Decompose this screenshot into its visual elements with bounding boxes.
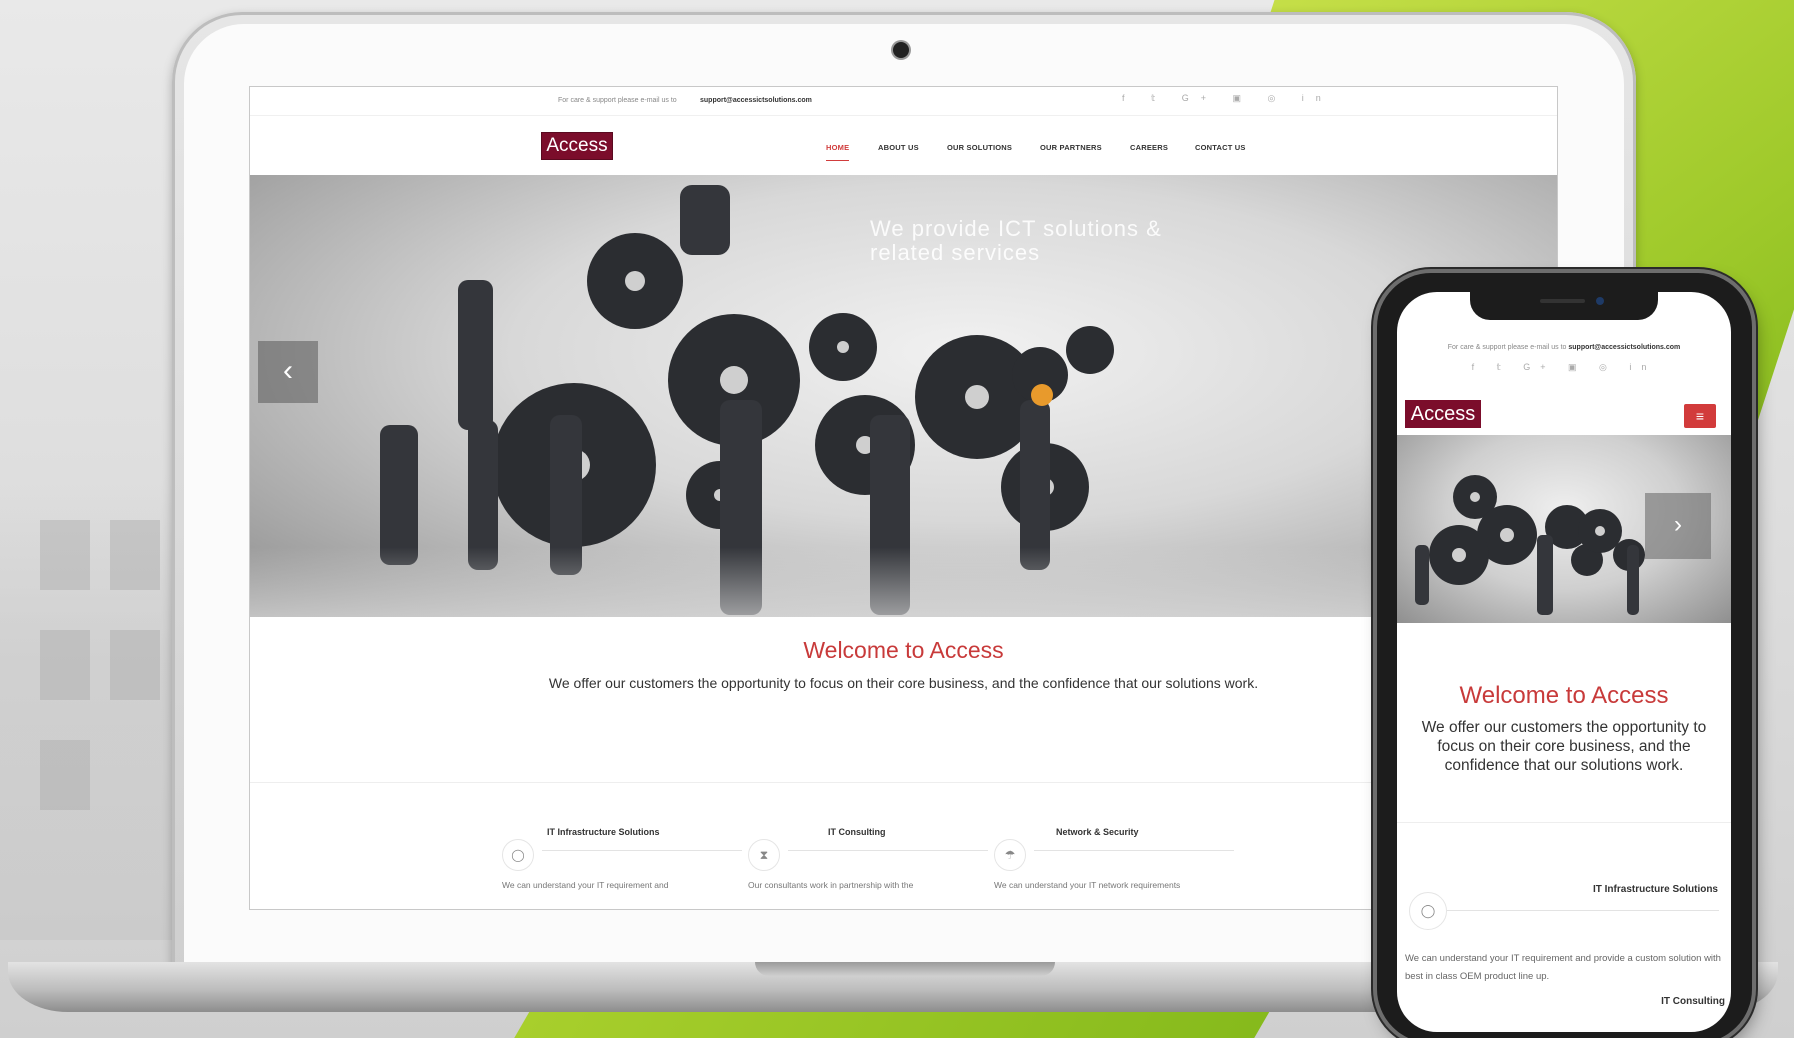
hero-slider: We provide ICT solutions & related servi… <box>250 175 1557 617</box>
hero-headline: We provide ICT solutions & related servi… <box>870 216 1162 265</box>
nav-contact-us[interactable]: CONTACT US <box>1195 143 1246 152</box>
hamburger-menu-icon[interactable]: ≡ <box>1684 404 1716 428</box>
laptop-screen: For care & support please e-mail us to s… <box>249 86 1558 910</box>
mobile-service-desc: We can understand your IT requirement an… <box>1405 953 1721 982</box>
site-navbar: Access HOME ABOUT US OUR SOLUTIONS OUR P… <box>250 115 1557 176</box>
umbrella-icon: ☂ <box>994 839 1026 871</box>
site-top-bar: For care & support please e-mail us to s… <box>250 87 1557 115</box>
hero-prev-arrow[interactable]: ‹ <box>258 341 318 403</box>
service-desc: We can understand your IT network requir… <box>994 880 1181 890</box>
phone-screen: For care & support please e-mail us to s… <box>1397 292 1731 1032</box>
site-logo[interactable]: Access <box>541 132 613 160</box>
nav-our-solutions[interactable]: OUR SOLUTIONS <box>947 143 1012 152</box>
social-icons[interactable]: f 𝕥 G+ ▣ ◎ in <box>1122 93 1333 104</box>
mockup-stage: For care & support please e-mail us to s… <box>0 0 1794 1038</box>
nav-about-us[interactable]: ABOUT US <box>878 143 919 152</box>
service-title: IT Consulting <box>828 827 886 837</box>
laptop-camera <box>893 42 909 58</box>
hero-floor <box>250 547 1557 617</box>
welcome-title: Welcome to Access <box>803 637 1004 663</box>
welcome-section: Welcome to Access We offer our customers… <box>250 637 1557 692</box>
mobile-welcome-text: We offer our customers the opportunity t… <box>1421 719 1707 774</box>
service-divider <box>542 850 742 851</box>
mobile-welcome-section: Welcome to Access We offer our customers… <box>1397 682 1731 775</box>
hourglass-icon: ⧗ <box>748 839 780 871</box>
support-email-link[interactable]: support@accessictsolutions.com <box>1568 344 1680 351</box>
nav-our-partners[interactable]: OUR PARTNERS <box>1040 143 1102 152</box>
mobile-welcome-title: Welcome to Access <box>1459 682 1669 709</box>
mobile-section-divider <box>1397 822 1731 823</box>
mobile-hero-next-arrow[interactable]: › <box>1645 493 1711 559</box>
support-message: For care & support please e-mail us to <box>1447 344 1567 351</box>
mobile-logo[interactable]: Access <box>1405 400 1481 428</box>
support-email-link[interactable]: support@accessictsolutions.com <box>700 97 812 104</box>
mobile-service-title-2[interactable]: IT Consulting <box>1661 996 1725 1007</box>
mobile-service-divider <box>1447 910 1719 911</box>
mouse-icon: ◯ <box>502 839 534 871</box>
social-icons[interactable]: f 𝕥 G+ ▣ ◎ in <box>1397 362 1731 373</box>
service-title: IT Infrastructure Solutions <box>547 827 660 837</box>
service-desc: Our consultants work in partnership with… <box>748 880 914 890</box>
mobile-service-title[interactable]: IT Infrastructure Solutions <box>1593 884 1718 895</box>
mouse-icon: ◯ <box>1409 892 1447 930</box>
section-divider <box>250 782 1557 783</box>
mobile-hero-slider: › <box>1397 435 1731 623</box>
service-divider <box>788 850 988 851</box>
support-message: For care & support please e-mail us to <box>558 97 677 104</box>
phone-speaker <box>1540 299 1585 303</box>
laptop-hinge-notch <box>755 962 1055 976</box>
mobile-top-bar: For care & support please e-mail us to s… <box>1397 344 1731 351</box>
service-desc: We can understand your IT requirement an… <box>502 880 669 890</box>
nav-careers[interactable]: CAREERS <box>1130 143 1168 152</box>
nav-home[interactable]: HOME <box>826 143 850 161</box>
phone-camera <box>1596 297 1604 305</box>
service-title: Network & Security <box>1056 827 1139 837</box>
service-divider <box>1034 850 1234 851</box>
phone-notch <box>1470 290 1658 320</box>
welcome-text: We offer our customers the opportunity t… <box>548 675 1259 691</box>
